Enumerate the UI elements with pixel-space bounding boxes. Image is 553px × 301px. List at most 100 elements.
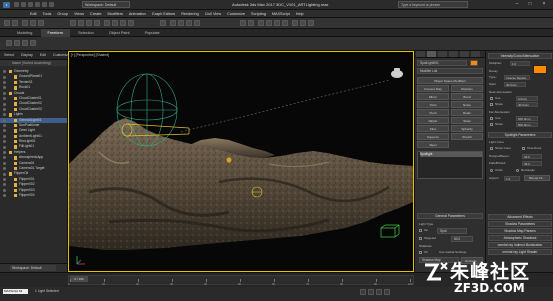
project-folder-icon[interactable] [49,2,54,7]
modifier-button[interactable]: Twist [417,101,449,108]
explorer-tab-display[interactable]: Display [21,51,33,60]
undo-icon[interactable] [4,20,10,26]
shadow-map-params-rollout[interactable]: Shadow Map Params [488,228,552,234]
visibility-toggle-icon[interactable] [3,178,6,181]
far-show-checkbox[interactable] [490,123,493,126]
snap-icon[interactable] [170,20,176,26]
multiplier-field[interactable]: 1.0 [510,61,530,66]
search-input[interactable]: Type a keyword or phrase [398,1,468,8]
bitmap-fit-button[interactable]: Bitmap Fit... [524,175,550,181]
modify-tab-icon[interactable] [427,51,436,57]
menu-item-create[interactable]: Create [90,10,101,18]
modifier-button[interactable]: Object Space Modifiers [417,77,483,84]
rectangle-radio[interactable] [516,169,519,172]
visibility-toggle-icon[interactable] [3,188,6,192]
modifier-button[interactable]: Taper [417,141,449,148]
visibility-toggle-icon[interactable] [3,172,6,176]
stack-item-spotlight[interactable]: Spotlight [420,152,482,157]
move-icon[interactable] [104,20,110,26]
far-start-field[interactable]: 200.0mm [516,116,538,121]
schematic-view-icon[interactable] [274,20,280,26]
menu-item-group[interactable]: Group [57,10,68,18]
visibility-toggle-icon[interactable] [3,80,6,84]
material-editor-icon[interactable] [282,20,288,26]
decay-type-dropdown[interactable]: Inverse Square [504,75,530,80]
near-start-field[interactable]: 0.0mm [516,96,538,101]
menu-item-customize[interactable]: Customize [227,10,245,18]
shift-icon[interactable] [14,40,20,46]
visibility-toggle-icon[interactable] [3,129,6,133]
modifier-button[interactable]: Relax [451,109,483,116]
spinner-snap-icon[interactable] [194,20,200,26]
viewport-label[interactable]: [+] [Perspective] [Shaded] [71,53,109,57]
hotspot-field[interactable]: 43.0 [522,154,542,159]
rendered-frame-window-icon[interactable] [300,20,306,26]
percent-snap-icon[interactable] [186,20,192,26]
bind-space-warp-icon[interactable] [38,20,44,26]
save-file-icon[interactable] [28,2,33,7]
rotate-icon[interactable] [112,20,118,26]
frame-indicator[interactable]: 0 / 100 [70,276,88,282]
near-use-checkbox[interactable] [490,97,493,100]
prev-frame-icon[interactable] [368,289,374,295]
undo-icon[interactable] [35,2,40,7]
tab-modeling[interactable]: Modeling [10,29,39,37]
light-color-swatch[interactable] [533,65,547,74]
scale-icon[interactable] [120,20,126,26]
targeted-checkbox[interactable] [419,237,422,240]
visibility-toggle-icon[interactable] [3,124,6,128]
modifier-button[interactable]: Push [417,109,449,116]
modifier-button[interactable]: Bend [451,93,483,100]
modifier-stack[interactable]: Spotlight [417,151,483,179]
modifier-button[interactable]: Noise [451,101,483,108]
menu-item-rendering[interactable]: Rendering [181,10,199,18]
rect-selection-icon[interactable] [86,20,92,26]
visibility-toggle-icon[interactable] [3,140,6,144]
redo-icon[interactable] [42,2,47,7]
create-tab-icon[interactable] [416,51,425,57]
near-end-field[interactable]: 40.0mm [516,102,538,107]
utilities-tab-icon[interactable] [471,51,480,57]
explorer-column-header[interactable]: Name (Sorted Ascending) [0,60,67,66]
atmospheric-shadows-rollout[interactable]: Atmospheric Shadows [488,235,552,241]
maximize-icon[interactable]: □ [525,1,535,8]
modifier-button[interactable]: Spherify [451,125,483,132]
pivot-center-icon[interactable] [160,20,166,26]
layer-explorer-icon[interactable] [258,20,264,26]
relax-icon[interactable] [30,40,36,46]
link-icon[interactable] [22,20,28,26]
shadows-on-checkbox[interactable] [419,251,422,254]
menu-item-edit[interactable]: Edit [30,10,37,18]
explorer-tab-select[interactable]: Select [4,51,14,60]
falloff-field[interactable]: 45.0 [522,161,542,166]
mr-indirect-rollout[interactable]: mental ray Indirect Illumination [488,242,552,248]
modifier-button[interactable]: Stretch [451,133,483,140]
motion-tab-icon[interactable] [449,51,458,57]
perspective-viewport[interactable]: [+] [Perspective] [Shaded] [68,51,414,272]
shadow-params-rollout[interactable]: Shadow Parameters [488,221,552,227]
modifier-button[interactable]: Ripple [417,117,449,124]
select-object-icon[interactable] [70,20,76,26]
paint-deform-icon[interactable] [6,40,12,46]
visibility-toggle-icon[interactable] [3,145,6,149]
curve-editor-icon[interactable] [266,20,272,26]
placement-icon[interactable] [128,20,134,26]
menu-item-animation[interactable]: Animation [129,10,146,18]
render-production-icon[interactable] [308,20,314,26]
menu-item-graph-editors[interactable]: Graph Editors [152,10,175,18]
visibility-toggle-icon[interactable] [3,107,6,111]
menu-item-scripting[interactable]: Scripting [251,10,266,18]
visibility-toggle-icon[interactable] [3,183,6,187]
scene-tree-item[interactable]: Flipper004 [0,193,67,198]
visibility-toggle-icon[interactable] [3,113,6,117]
tab-populate[interactable]: Populate [138,29,167,37]
explorer-tab-edit[interactable]: Edit [40,51,46,60]
minimize-icon[interactable]: – [512,1,522,8]
visibility-toggle-icon[interactable] [3,167,6,171]
modifier-button[interactable]: Slice [417,125,449,132]
intensity-rollout[interactable]: Intensity/Color/Attenuation [488,53,552,59]
modifier-button[interactable]: Camera Map [417,85,449,92]
redo-icon[interactable] [12,20,18,26]
explorer-workspace-button[interactable]: Workspace: Default [10,265,56,271]
next-frame-icon[interactable] [384,289,390,295]
